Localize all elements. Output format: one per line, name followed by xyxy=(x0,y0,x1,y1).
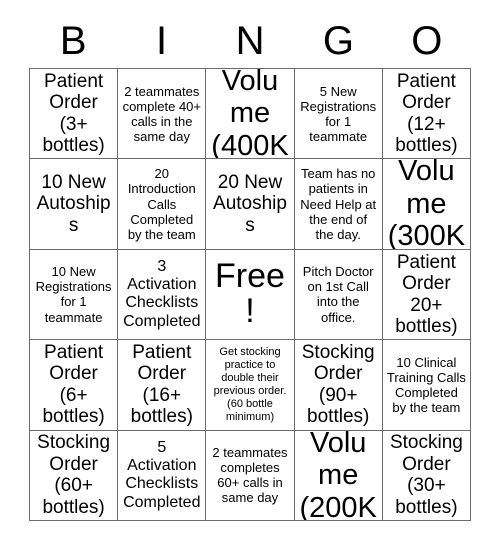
bingo-cell[interactable]: 3 Activation Checklists Completed xyxy=(118,249,207,341)
bingo-cell-label: Patient Order (16+ bottles) xyxy=(130,341,193,428)
bingo-cell[interactable]: 5 Activation Checklists Completed xyxy=(118,430,207,521)
bingo-cell-label: Patient Order (3+ bottles) xyxy=(42,70,105,157)
bingo-cell[interactable]: Stocking Order (60+ bottles) xyxy=(30,430,119,521)
header-letter-o: O xyxy=(411,19,443,63)
bingo-cell[interactable]: Patient Order (12+ bottles) xyxy=(382,69,471,160)
bingo-cell-label: Stocking Order (30+ bottles) xyxy=(389,432,463,518)
bingo-cell[interactable]: Stocking Order (30+ bottles) xyxy=(382,430,471,521)
bingo-cell-label: Patient Order 20+ bottles) xyxy=(395,251,458,337)
bingo-cell[interactable]: Team Volume (400K+) xyxy=(206,69,295,160)
bingo-cell-label: 10 Clinical Training Calls Completed by … xyxy=(386,354,466,415)
bingo-cell[interactable]: Team has no patients in Need Help at the… xyxy=(294,159,383,250)
bingo-cell[interactable]: 2 teammates complete 40+ calls in the sa… xyxy=(118,69,207,160)
bingo-cell-label: Team Volume (300K+) xyxy=(387,159,466,250)
header-letter-b: B xyxy=(59,19,87,63)
bingo-cell[interactable]: Patient Order 20+ bottles) xyxy=(382,249,471,341)
bingo-cell[interactable]: 20 Introduction Calls Completed by the t… xyxy=(118,159,207,250)
bingo-cell-label: Stocking Order (90+ bottles) xyxy=(301,341,375,428)
bingo-cell-label: Team has no patients in Need Help at the… xyxy=(300,166,377,242)
bingo-cell[interactable]: 10 New Registrations for 1 teammate xyxy=(30,249,119,341)
bingo-cell[interactable]: Get stocking practice to double their pr… xyxy=(206,340,295,431)
bingo-cell-label: Team Volume (400K+) xyxy=(211,69,289,160)
bingo-cell-label: 2 teammates completes 60+ calls in same … xyxy=(212,445,288,506)
bingo-cell-label: Pitch Doctor on 1st Call into the office… xyxy=(302,264,374,325)
header-letter-n: N xyxy=(235,19,265,63)
bingo-cell[interactable]: Team Volume (200K+) xyxy=(294,430,383,521)
bingo-cell[interactable]: Patient Order (3+ bottles) xyxy=(30,69,119,160)
bingo-cell-label: Free! xyxy=(215,256,285,331)
bingo-cell-label: 10 New Registrations for 1 teammate xyxy=(35,264,112,325)
bingo-cell-free[interactable]: Free! xyxy=(206,249,295,341)
bingo-cell[interactable]: Patient Order (6+ bottles) xyxy=(30,340,119,431)
bingo-cell-label: 5 New Registrations for 1 teammate xyxy=(300,83,377,144)
bingo-cell-label: 10 New Autoships xyxy=(36,171,111,236)
bingo-cell-label: Patient Order (12+ bottles) xyxy=(395,70,458,157)
bingo-cell-label: 5 Activation Checklists Completed xyxy=(123,438,201,511)
bingo-cell-label: 20 Introduction Calls Completed by the t… xyxy=(127,166,196,242)
bingo-cell[interactable]: 10 Clinical Training Calls Completed by … xyxy=(382,340,471,431)
bingo-cell[interactable]: 2 teammates completes 60+ calls in same … xyxy=(206,430,295,521)
bingo-cell[interactable]: Team Volume (300K+) xyxy=(382,159,471,250)
bingo-cell[interactable]: 5 New Registrations for 1 teammate xyxy=(294,69,383,160)
bingo-cell[interactable]: Stocking Order (90+ bottles) xyxy=(294,340,383,431)
header-letter-g: G xyxy=(322,19,354,63)
bingo-cell-label: Stocking Order (60+ bottles) xyxy=(37,432,111,518)
bingo-cell-label: 3 Activation Checklists Completed xyxy=(123,258,201,330)
bingo-cell-label: Team Volume (200K+) xyxy=(299,430,377,521)
bingo-grid: Patient Order (3+ bottles) 2 teammates co… xyxy=(29,68,471,521)
bingo-cell[interactable]: 20 New Autoships xyxy=(206,159,295,250)
bingo-cell[interactable]: Patient Order (16+ bottles) xyxy=(118,340,207,431)
bingo-card: B I N G O Patient Order (3+ bottles) 2 te… xyxy=(0,0,500,544)
bingo-header-row: B I N G O xyxy=(29,14,471,68)
bingo-cell-label: 20 New Autoships xyxy=(213,171,287,236)
bingo-cell-label: Get stocking practice to double their pr… xyxy=(213,345,287,423)
bingo-cell-label: 2 teammates complete 40+ calls in the sa… xyxy=(122,83,201,144)
bingo-cell[interactable]: 10 New Autoships xyxy=(30,159,119,250)
bingo-cell-label: Patient Order (6+ bottles) xyxy=(42,341,105,428)
header-letter-i: I xyxy=(156,19,168,63)
bingo-cell[interactable]: Pitch Doctor on 1st Call into the office… xyxy=(294,249,383,341)
